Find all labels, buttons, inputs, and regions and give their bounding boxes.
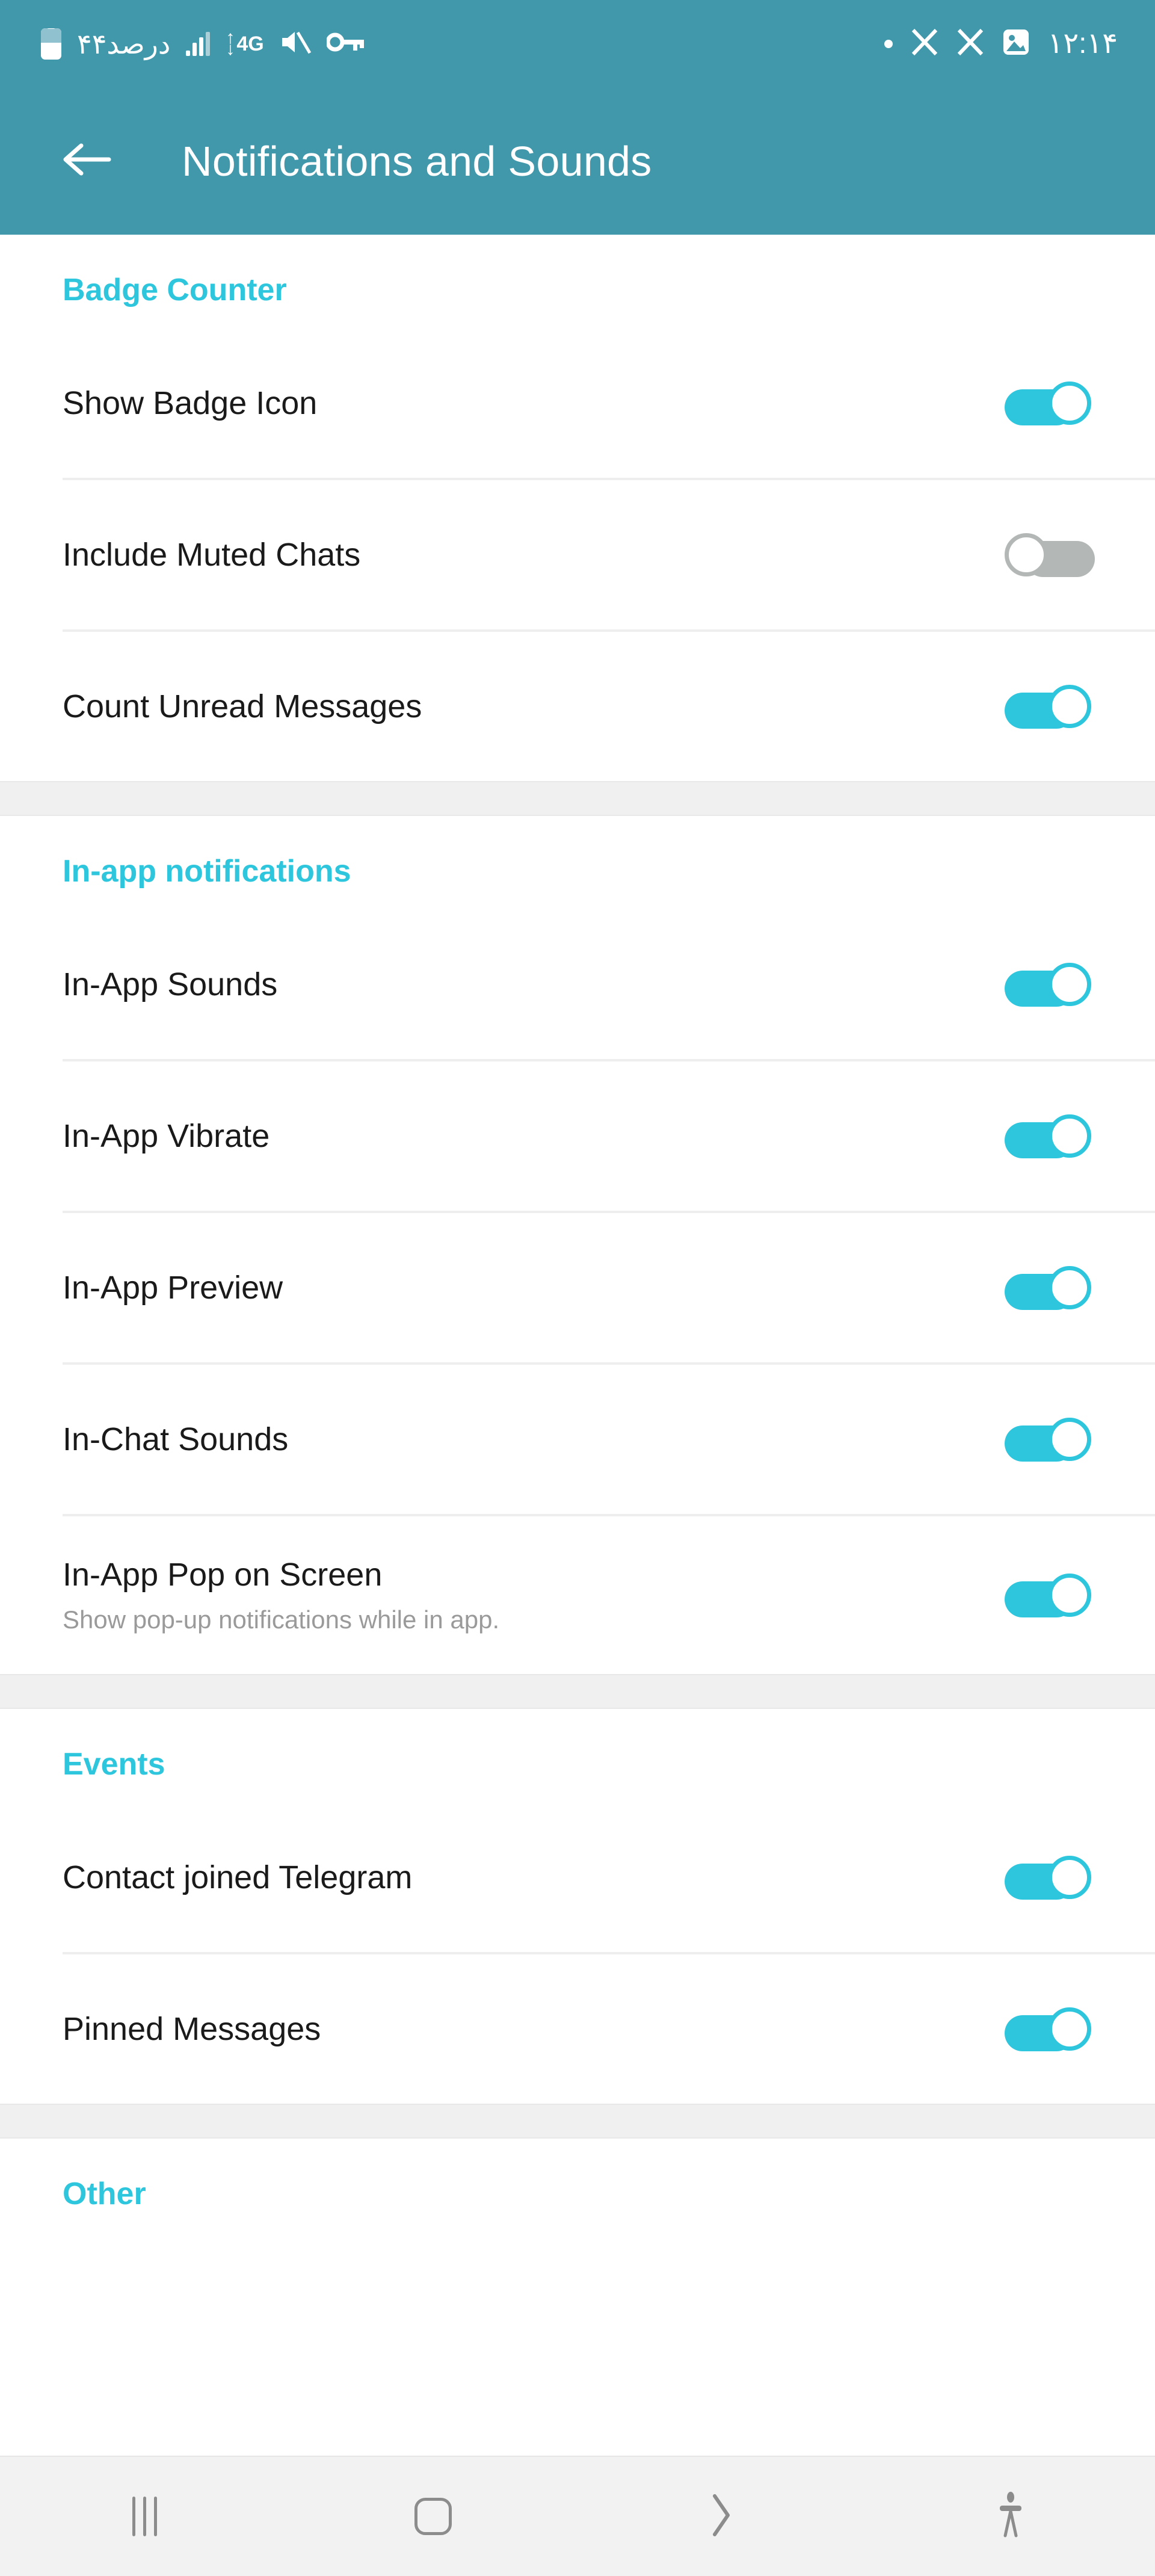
settings-row[interactable]: In-Chat Sounds [0, 1365, 1155, 1514]
settings-row[interactable]: In-App Vibrate [0, 1061, 1155, 1211]
row-text-block: In-App Preview [63, 1270, 1005, 1306]
clock-label: ۱۲:۱۴ [1047, 27, 1118, 60]
x-app-icon [956, 28, 984, 59]
toggle-knob [1005, 533, 1048, 576]
network-type-label: 4G [236, 32, 264, 55]
toggle-switch[interactable] [1005, 380, 1095, 427]
recents-icon [132, 2497, 157, 2536]
section-header: Badge Counter [63, 273, 287, 307]
row-label: In-App Sounds [63, 966, 278, 1002]
row-text-block: Pinned Messages [63, 2011, 1005, 2047]
settings-list: Badge Counter Show Badge Icon Include Mute… [0, 235, 1155, 2232]
row-label: In-App Pop on Screen [63, 1557, 383, 1593]
settings-row[interactable]: Include Muted Chats [0, 480, 1155, 629]
section-header: Other [63, 2176, 146, 2211]
status-bar-right: ۱۲:۱۴ [884, 28, 1118, 59]
toggle-switch[interactable] [1005, 2006, 1095, 2052]
signal-bars-icon [186, 31, 211, 56]
settings-row[interactable]: Count Unread Messages [0, 632, 1155, 781]
toggle-knob [1048, 381, 1091, 425]
toggle-switch[interactable] [1005, 1416, 1095, 1463]
toggle-knob [1048, 1266, 1091, 1309]
arrow-up-glyph: ↓ [226, 39, 235, 59]
toggle-knob [1048, 1418, 1091, 1461]
page-title: Notifications and Sounds [182, 137, 652, 185]
section-separator [0, 2104, 1155, 2139]
row-text-block: Contact joined Telegram [63, 1859, 1005, 1895]
row-text-block: In-App Pop on Screen Show pop-up notifica… [63, 1557, 1005, 1634]
toggle-switch[interactable] [1005, 1854, 1095, 1901]
settings-row[interactable]: In-App Preview [0, 1213, 1155, 1362]
row-label: Count Unread Messages [63, 688, 422, 724]
mobile-data-4g-icon: ↑ ↓ 4G [226, 29, 264, 59]
accessibility-person-icon [996, 2491, 1025, 2542]
settings-row[interactable]: Contact joined Telegram [0, 1803, 1155, 1952]
section-header: In-app notifications [63, 854, 351, 889]
battery-icon [41, 28, 61, 60]
screenshot-image-icon [1002, 28, 1030, 59]
toggle-knob [1048, 685, 1091, 728]
row-label: Include Muted Chats [63, 536, 361, 573]
accessibility-button[interactable] [866, 2457, 1155, 2576]
toggle-knob [1048, 2007, 1091, 2051]
battery-percent-label: ۴۴درصد [77, 28, 171, 60]
section-separator [0, 781, 1155, 816]
vpn-key-icon [325, 32, 364, 55]
row-label: In-App Vibrate [63, 1117, 270, 1154]
settings-row[interactable]: Pinned Messages [0, 1954, 1155, 2104]
home-button[interactable] [289, 2457, 578, 2576]
row-text-block: Show Badge Icon [63, 385, 1005, 421]
status-bar: ۴۴درصد ↑ ↓ 4G ۱۲:۱۴ [0, 0, 1155, 87]
chevron-right-icon [710, 2492, 734, 2541]
section-separator [0, 1674, 1155, 1709]
system-navigation-bar [0, 2456, 1155, 2576]
settings-row[interactable]: In-App Pop on Screen Show pop-up notifica… [0, 1516, 1155, 1674]
mute-icon [280, 28, 311, 60]
row-text-block: In-App Sounds [63, 966, 1005, 1002]
arrow-left-icon [62, 141, 111, 181]
phone-screen: ۴۴درصد ↑ ↓ 4G ۱۲:۱۴ Notifications and So… [0, 0, 1155, 2576]
row-label: Pinned Messages [63, 2010, 321, 2047]
toggle-knob [1048, 963, 1091, 1006]
toggle-switch[interactable] [1005, 961, 1095, 1008]
toggle-switch[interactable] [1005, 1113, 1095, 1160]
row-label: Show Badge Icon [63, 385, 318, 421]
back-button[interactable] [58, 132, 116, 190]
row-text-block: In-App Vibrate [63, 1118, 1005, 1154]
row-subtitle: Show pop-up notifications while in app. [63, 1605, 500, 1634]
dot-indicator-icon [884, 39, 893, 48]
recents-button[interactable] [0, 2457, 289, 2576]
app-bar: Notifications and Sounds [0, 87, 1155, 235]
toggle-switch[interactable] [1005, 1572, 1095, 1619]
status-bar-left: ۴۴درصد ↑ ↓ 4G [41, 28, 364, 60]
toggle-switch[interactable] [1005, 531, 1095, 578]
back-button[interactable] [578, 2457, 866, 2576]
x-app-icon [911, 28, 938, 59]
data-transfer-arrows-icon: ↑ ↓ [226, 29, 235, 59]
row-text-block: Include Muted Chats [63, 537, 1005, 573]
row-text-block: Count Unread Messages [63, 688, 1005, 724]
toggle-switch[interactable] [1005, 683, 1095, 730]
row-label: In-App Preview [63, 1269, 283, 1306]
toggle-knob [1048, 1574, 1091, 1617]
home-icon [414, 2498, 452, 2535]
settings-row[interactable]: In-App Sounds [0, 910, 1155, 1059]
row-label: In-Chat Sounds [63, 1421, 289, 1457]
section-header: Events [63, 1747, 165, 1782]
toggle-knob [1048, 1856, 1091, 1899]
toggle-switch[interactable] [1005, 1264, 1095, 1311]
settings-row[interactable]: Show Badge Icon [0, 329, 1155, 478]
row-text-block: In-Chat Sounds [63, 1421, 1005, 1457]
row-label: Contact joined Telegram [63, 1859, 413, 1895]
toggle-knob [1048, 1114, 1091, 1158]
